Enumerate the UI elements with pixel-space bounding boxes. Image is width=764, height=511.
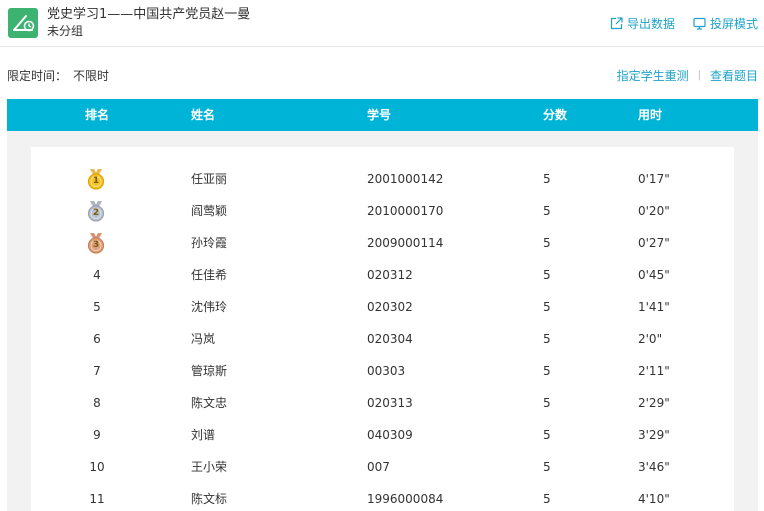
score: 5: [543, 204, 551, 218]
student-name: 陈文标: [191, 492, 228, 506]
score: 5: [543, 364, 551, 378]
rank-number: 2: [92, 208, 100, 218]
time-limit: 限定时间： 不限时: [7, 67, 109, 84]
export-data-button[interactable]: 导出数据: [610, 15, 675, 32]
table-row: 2 阎莺颖 2010000170 5 0'20": [31, 195, 734, 227]
table-row: 11 陈文标 1996000084 5 4'10": [31, 483, 734, 511]
time-used: 4'10": [638, 492, 670, 506]
rank-number: 11: [89, 492, 105, 506]
time-used: 3'29": [638, 428, 670, 442]
student-name: 阎莺颖: [191, 204, 228, 218]
student-id: 1996000084: [367, 492, 444, 506]
student-id: 040309: [367, 428, 413, 442]
table-row: 4 任佳希 020312 5 0'45": [31, 259, 734, 291]
column-header-student-id[interactable]: 学号: [367, 99, 391, 131]
student-name: 管琼斯: [191, 364, 228, 378]
column-header-rank[interactable]: 排名: [85, 99, 109, 131]
time-used: 2'29": [638, 396, 670, 410]
action-links: 指定学生重测 | 查看题目: [617, 67, 758, 84]
student-name: 王小荣: [191, 460, 228, 474]
silver-medal-icon: 2: [85, 200, 107, 222]
table-row: 5 沈伟玲 020302 5 1'41": [31, 291, 734, 323]
score: 5: [543, 172, 551, 186]
page-title: 党史学习1——中国共产党员赵一曼: [47, 7, 251, 22]
time-used: 3'46": [638, 460, 670, 474]
projection-mode-button[interactable]: 投屏模式: [693, 15, 758, 32]
time-limit-value: 不限时: [73, 69, 110, 83]
rank-number: 3: [92, 240, 100, 250]
student-name: 陈文忠: [191, 396, 228, 410]
rank-number: 5: [93, 300, 101, 314]
score: 5: [543, 460, 551, 474]
time-used: 2'0": [638, 332, 663, 346]
student-name: 孙玲霞: [191, 236, 228, 250]
student-id: 020312: [367, 268, 413, 282]
rank-number: 9: [93, 428, 101, 442]
table-row: 9 刘谱 040309 5 3'29": [31, 419, 734, 451]
screen-icon: [693, 17, 706, 30]
time-used: 2'11": [638, 364, 670, 378]
ranking-table-body: 1 任亚丽 2001000142 5 0'17" 2 阎莺颖 2010000170 5 0'20"…: [31, 147, 734, 511]
time-used: 0'27": [638, 236, 670, 250]
time-used: 0'45": [638, 268, 670, 282]
table-row: 3 孙玲霞 2009000114 5 0'27": [31, 227, 734, 259]
time-limit-label: 限定时间：: [7, 69, 68, 83]
student-id: 00303: [367, 364, 406, 378]
student-name: 任佳希: [191, 268, 228, 282]
student-name: 任亚丽: [191, 172, 228, 186]
student-id: 007: [367, 460, 390, 474]
score: 5: [543, 492, 551, 506]
export-icon: [610, 17, 623, 30]
gold-medal-icon: 1: [85, 168, 107, 190]
table-row: 1 任亚丽 2001000142 5 0'17": [31, 163, 734, 195]
column-header-score[interactable]: 分数: [543, 99, 567, 131]
student-id: 020302: [367, 300, 413, 314]
assign-retest-link[interactable]: 指定学生重测: [617, 67, 689, 84]
student-id: 2010000170: [367, 204, 444, 218]
table-row: 6 冯岚 020304 5 2'0": [31, 323, 734, 355]
quiz-app-icon: [8, 8, 38, 38]
student-id: 2009000114: [367, 236, 444, 250]
table-row: 10 王小荣 007 5 3'46": [31, 451, 734, 483]
group-label: 未分组: [47, 24, 84, 38]
score: 5: [543, 332, 551, 346]
score: 5: [543, 236, 551, 250]
time-used: 1'41": [638, 300, 670, 314]
rank-number: 10: [89, 460, 105, 474]
student-name: 刘谱: [191, 428, 216, 442]
projection-mode-label: 投屏模式: [709, 17, 758, 31]
link-separator: |: [697, 70, 701, 81]
page-header: 党史学习1——中国共产党员赵一曼 未分组 导出数据 投屏模式: [0, 0, 764, 47]
student-name: 冯岚: [191, 332, 216, 346]
column-header-name[interactable]: 姓名: [191, 99, 215, 131]
score: 5: [543, 268, 551, 282]
student-id: 2001000142: [367, 172, 444, 186]
student-name: 沈伟玲: [191, 300, 228, 314]
rank-number: 1: [92, 176, 100, 186]
score: 5: [543, 396, 551, 410]
table-row: 8 陈文忠 020313 5 2'29": [31, 387, 734, 419]
student-id: 020313: [367, 396, 413, 410]
rank-number: 8: [93, 396, 101, 410]
view-questions-link[interactable]: 查看题目: [710, 67, 758, 84]
table-row: 7 管琼斯 00303 5 2'11": [31, 355, 734, 387]
rank-number: 7: [93, 364, 101, 378]
bronze-medal-icon: 3: [85, 232, 107, 254]
time-used: 0'20": [638, 204, 670, 218]
column-header-time[interactable]: 用时: [638, 99, 662, 131]
table-header: 排名 姓名 学号 分数 用时: [7, 99, 758, 131]
export-data-label: 导出数据: [626, 17, 675, 31]
score: 5: [543, 300, 551, 314]
score: 5: [543, 428, 551, 442]
student-id: 020304: [367, 332, 413, 346]
rank-number: 6: [93, 332, 101, 346]
rank-number: 4: [93, 268, 101, 282]
time-used: 0'17": [638, 172, 670, 186]
ranking-table: 1 任亚丽 2001000142 5 0'17" 2 阎莺颖 2010000170 5 0'20"…: [7, 131, 758, 511]
